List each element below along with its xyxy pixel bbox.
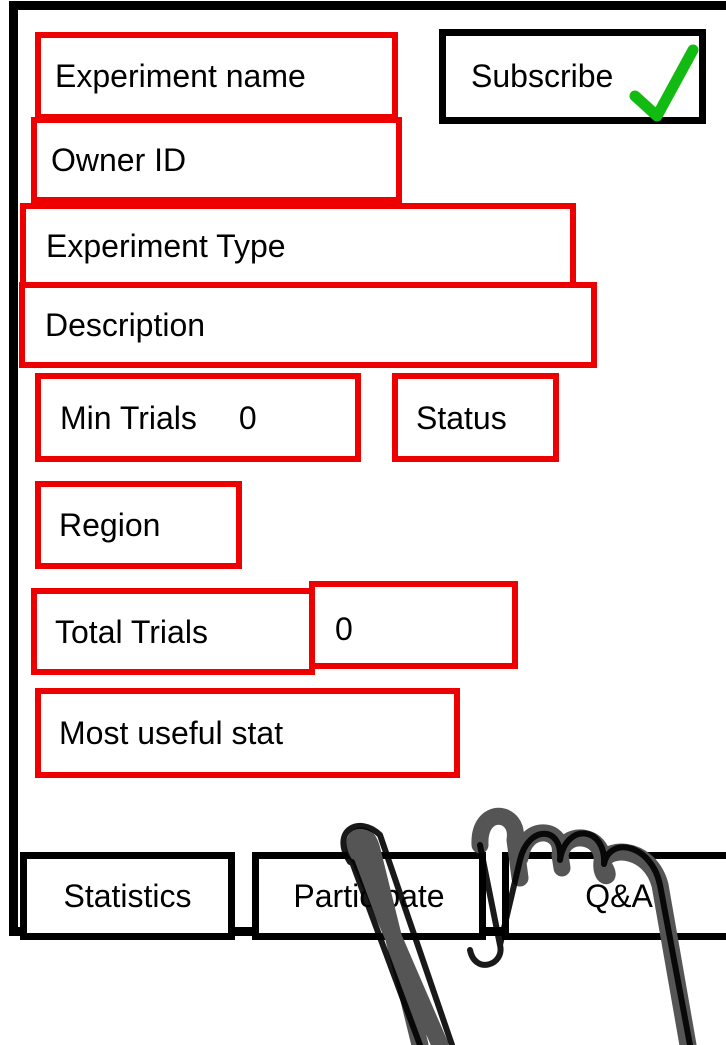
tab-participate[interactable]: Participate bbox=[252, 852, 486, 940]
min-trials-value: 0 bbox=[238, 399, 257, 436]
owner-id-field: Owner ID bbox=[31, 117, 402, 203]
region-label: Region bbox=[59, 507, 161, 543]
total-trials-field: Total Trials bbox=[31, 588, 315, 675]
description-label: Description bbox=[45, 307, 206, 343]
tab-participate-label: Participate bbox=[293, 877, 445, 914]
tab-statistics-label: Statistics bbox=[63, 877, 192, 914]
tab-qa-label: Q&A bbox=[585, 877, 653, 914]
most-useful-stat-label: Most useful stat bbox=[59, 715, 284, 751]
min-trials-field: Min Trials 0 bbox=[35, 373, 361, 462]
total-trials-value: 0 bbox=[335, 611, 353, 647]
experiment-type-field: Experiment Type bbox=[20, 203, 576, 289]
total-trials-value-field: 0 bbox=[309, 581, 518, 669]
total-trials-label: Total Trials bbox=[55, 613, 208, 650]
owner-id-label: Owner ID bbox=[51, 142, 187, 178]
status-field: Status bbox=[392, 373, 559, 462]
status-label: Status bbox=[416, 399, 507, 436]
description-field: Description bbox=[19, 282, 597, 368]
min-trials-label: Min Trials bbox=[60, 399, 197, 436]
region-field: Region bbox=[35, 481, 242, 569]
tab-qa[interactable]: Q&A bbox=[502, 852, 726, 940]
subscribe-button[interactable]: Subscribe bbox=[439, 29, 706, 124]
most-useful-stat-field: Most useful stat bbox=[35, 688, 460, 778]
experiment-type-label: Experiment Type bbox=[46, 228, 286, 264]
checkmark-icon bbox=[629, 44, 699, 122]
experiment-name-field: Experiment name bbox=[35, 32, 398, 120]
tab-statistics[interactable]: Statistics bbox=[20, 852, 235, 940]
subscribe-label: Subscribe bbox=[471, 58, 614, 94]
experiment-name-label: Experiment name bbox=[55, 58, 306, 94]
